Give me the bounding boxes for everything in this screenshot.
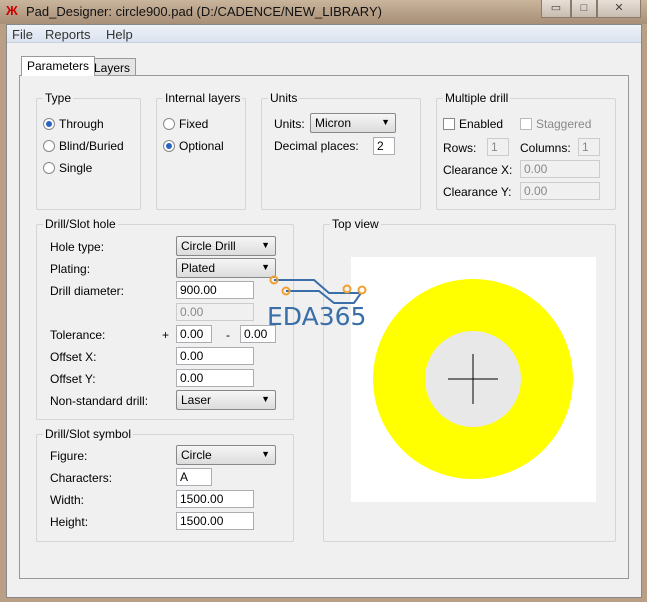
non-standard-drill-select[interactable]: Laser ▼ — [176, 390, 276, 410]
type-blind-label: Blind/Buried — [59, 139, 124, 153]
offset-x-input[interactable]: 0.00 — [176, 347, 254, 365]
columns-input[interactable]: 1 — [578, 138, 600, 156]
menu-file[interactable]: File — [12, 27, 33, 42]
multiple-drill-group: Multiple drill Enabled Staggered Rows: 1… — [436, 91, 616, 210]
symbol-group-label: Drill/Slot symbol — [43, 427, 134, 441]
menu-help[interactable]: Help — [106, 27, 133, 42]
chevron-down-icon: ▼ — [261, 449, 270, 459]
internal-layers-label: Internal layers — [163, 91, 243, 105]
chevron-down-icon: ▼ — [381, 117, 390, 127]
tab-layers[interactable]: Layers — [88, 58, 137, 76]
menu-reports[interactable]: Reports — [45, 27, 91, 42]
width-label: Width: — [50, 493, 85, 507]
plus-sign: + — [162, 328, 170, 342]
staggered-label: Staggered — [536, 117, 592, 131]
height-label: Height: — [50, 515, 89, 529]
rows-label: Rows: — [443, 141, 477, 155]
type-single-radio[interactable] — [43, 162, 55, 174]
chevron-down-icon: ▼ — [261, 240, 270, 250]
internal-layers-group: Internal layers Fixed Optional — [156, 91, 246, 210]
hole-type-value: Circle Drill — [181, 239, 236, 253]
plating-select[interactable]: Plated ▼ — [176, 258, 276, 278]
fixed-radio[interactable] — [163, 118, 175, 130]
offset-y-input[interactable]: 0.00 — [176, 369, 254, 387]
maximize-button[interactable]: □ — [571, 0, 597, 18]
close-button[interactable]: ✕ — [597, 0, 641, 18]
offset-x-label: Offset X: — [50, 350, 97, 364]
clearance-x-input[interactable]: 0.00 — [520, 160, 600, 178]
clearance-y-label: Clearance Y: — [443, 185, 512, 199]
staggered-checkbox[interactable] — [520, 118, 532, 130]
offset-y-label: Offset Y: — [50, 372, 96, 386]
columns-label: Columns: — [520, 141, 571, 155]
enabled-checkbox[interactable] — [443, 118, 455, 130]
type-label: Type — [43, 91, 74, 105]
figure-value: Circle — [181, 448, 212, 462]
type-through-radio[interactable] — [43, 118, 55, 130]
app-icon: Ж — [6, 3, 18, 18]
drill-slot-hole-group: Drill/Slot hole Hole type: Circle Drill ▼… — [36, 217, 294, 420]
width-input[interactable]: 1500.00 — [176, 490, 254, 508]
title-bar: Ж Pad_Designer: circle900.pad (D:/CADENC… — [0, 0, 647, 24]
top-view-label: Top view — [330, 217, 381, 231]
units-value: Micron — [315, 116, 352, 130]
optional-label: Optional — [179, 139, 224, 153]
plating-value: Plated — [181, 261, 216, 275]
drill-group-label: Drill/Slot hole — [43, 217, 118, 231]
tab-parameters[interactable]: Parameters — [21, 56, 96, 76]
type-blind-radio[interactable] — [43, 140, 55, 152]
decimal-places-input[interactable]: 2 — [373, 137, 395, 155]
units-group-label: Units — [268, 91, 300, 105]
client-area: File Reports Help Parameters Layers Type… — [6, 24, 642, 598]
units-label: Units: — [274, 117, 305, 131]
multiple-drill-label: Multiple drill — [443, 91, 511, 105]
units-select[interactable]: Micron ▼ — [310, 113, 396, 133]
characters-input[interactable]: A — [176, 468, 212, 486]
top-view-group: Top view — [323, 217, 616, 542]
drill-slot-symbol-group: Drill/Slot symbol Figure: Circle ▼ Charac… — [36, 427, 294, 542]
non-standard-drill-label: Non-standard drill: — [50, 394, 149, 408]
figure-label: Figure: — [50, 449, 88, 463]
clearance-y-input[interactable]: 0.00 — [520, 182, 600, 200]
tolerance-plus-input[interactable]: 0.00 — [176, 325, 212, 343]
fixed-label: Fixed — [179, 117, 209, 131]
chevron-down-icon: ▼ — [261, 262, 270, 272]
drill-diameter-input[interactable]: 900.00 — [176, 281, 254, 299]
optional-radio[interactable] — [163, 140, 175, 152]
non-standard-drill-value: Laser — [181, 393, 212, 407]
figure-select[interactable]: Circle ▼ — [176, 445, 276, 465]
height-input[interactable]: 1500.00 — [176, 512, 254, 530]
type-single-label: Single — [59, 161, 93, 175]
minus-sign: - — [226, 328, 230, 342]
hole-type-select[interactable]: Circle Drill ▼ — [176, 236, 276, 256]
window-title: Pad_Designer: circle900.pad (D:/CADENCE/… — [26, 4, 382, 19]
tolerance-label: Tolerance: — [50, 328, 106, 342]
clearance-x-label: Clearance X: — [443, 163, 513, 177]
chevron-down-icon: ▼ — [261, 394, 270, 404]
type-group: Type Through Blind/Buried Single — [36, 91, 141, 210]
characters-label: Characters: — [50, 471, 113, 485]
hole-type-label: Hole type: — [50, 240, 105, 254]
type-through-label: Through — [59, 117, 104, 131]
eda365-watermark: EDA365 — [267, 302, 367, 331]
units-group: Units Units: Micron ▼ Decimal places: 2 — [261, 91, 421, 210]
drill-diameter-secondary-input[interactable]: 0.00 — [176, 303, 254, 321]
menu-bar: File Reports Help — [7, 25, 641, 43]
plating-label: Plating: — [50, 262, 91, 276]
decimal-places-label: Decimal places: — [274, 139, 359, 153]
minimize-button[interactable]: ▭ — [541, 0, 571, 18]
drill-diameter-label: Drill diameter: — [50, 284, 125, 298]
rows-input[interactable]: 1 — [487, 138, 509, 156]
enabled-label: Enabled — [459, 117, 504, 131]
